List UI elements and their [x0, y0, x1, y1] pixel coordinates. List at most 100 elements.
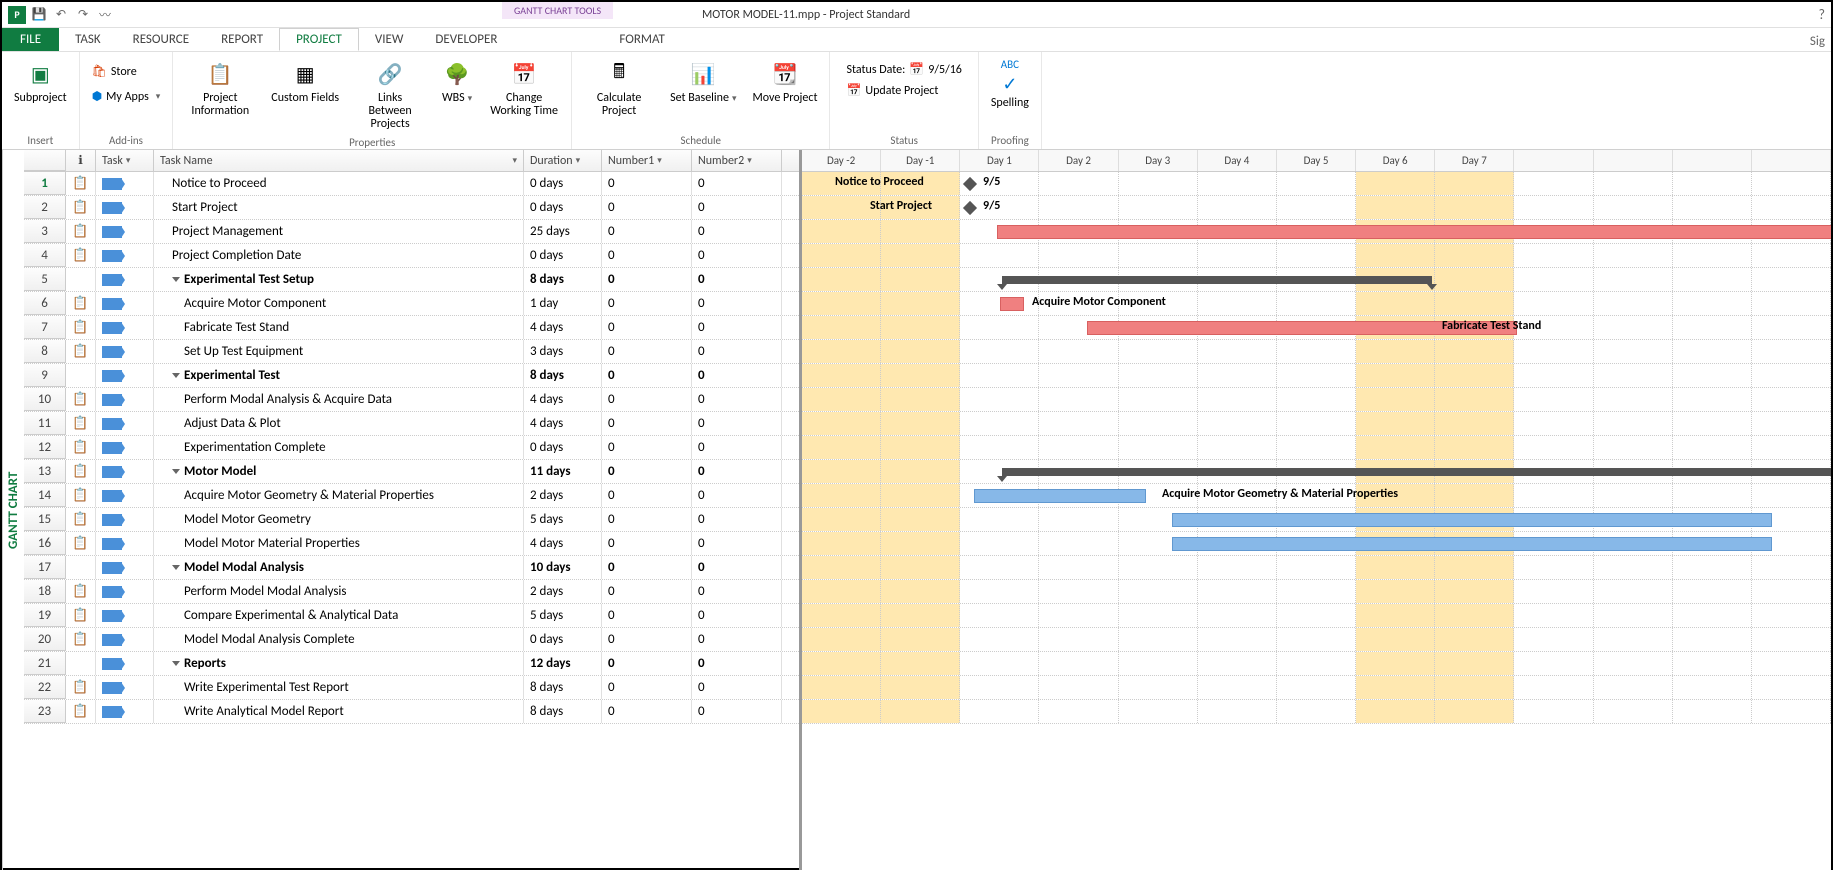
task-name-cell[interactable]: Perform Modal Analysis & Acquire Data: [154, 388, 524, 411]
number1-cell[interactable]: 0: [602, 292, 692, 315]
number2-cell[interactable]: 0: [692, 220, 782, 243]
duration-cell[interactable]: 5 days: [524, 604, 602, 627]
links-button[interactable]: 🔗Links Between Projects: [351, 56, 429, 134]
status-date[interactable]: Status Date: 📅 9/5/16: [842, 60, 965, 79]
indicators-header[interactable]: ℹ: [66, 150, 96, 171]
indicator-cell[interactable]: 📋: [66, 700, 96, 723]
number1-cell[interactable]: 0: [602, 508, 692, 531]
gantt-row[interactable]: [802, 412, 1831, 436]
task-name-cell[interactable]: Experimental Test Setup: [154, 268, 524, 291]
task-name-cell[interactable]: Model Motor Geometry: [154, 508, 524, 531]
number1-cell[interactable]: 0: [602, 364, 692, 387]
gantt-row[interactable]: [802, 508, 1831, 532]
duration-cell[interactable]: 8 days: [524, 268, 602, 291]
indicator-cell[interactable]: 📋: [66, 484, 96, 507]
table-row[interactable]: 11📋Adjust Data & Plot4 days00: [24, 412, 799, 436]
table-row[interactable]: 6📋Acquire Motor Component1 day00: [24, 292, 799, 316]
task-name-cell[interactable]: Fabricate Test Stand: [154, 316, 524, 339]
move-project-button[interactable]: 📆Move Project: [748, 56, 821, 132]
table-row[interactable]: 19📋Compare Experimental & Analytical Dat…: [24, 604, 799, 628]
task-name-cell[interactable]: Write Experimental Test Report: [154, 676, 524, 699]
gantt-row[interactable]: [802, 628, 1831, 652]
table-row[interactable]: 3📋Project Management25 days00: [24, 220, 799, 244]
mode-cell[interactable]: [96, 292, 154, 315]
number2-cell[interactable]: 0: [692, 508, 782, 531]
gantt-row[interactable]: [802, 652, 1831, 676]
row-number[interactable]: 6: [24, 292, 66, 315]
indicator-cell[interactable]: 📋: [66, 340, 96, 363]
row-number[interactable]: 13: [24, 460, 66, 483]
number1-cell[interactable]: 0: [602, 676, 692, 699]
gantt-row[interactable]: [802, 388, 1831, 412]
duration-cell[interactable]: 25 days: [524, 220, 602, 243]
row-number[interactable]: 15: [24, 508, 66, 531]
row-number[interactable]: 7: [24, 316, 66, 339]
tab-resource[interactable]: RESOURCE: [117, 28, 205, 51]
number1-cell[interactable]: 0: [602, 604, 692, 627]
tab-task[interactable]: TASK: [59, 28, 117, 51]
task-name-cell[interactable]: Perform Model Modal Analysis: [154, 580, 524, 603]
mode-cell[interactable]: [96, 364, 154, 387]
myapps-button[interactable]: ⬢My Apps▾: [88, 87, 165, 106]
indicator-cell[interactable]: 📋: [66, 676, 96, 699]
duration-cell[interactable]: 8 days: [524, 364, 602, 387]
number2-cell[interactable]: 0: [692, 532, 782, 555]
duration-cell[interactable]: 2 days: [524, 580, 602, 603]
row-number[interactable]: 1: [24, 172, 66, 195]
gantt-row[interactable]: [802, 220, 1831, 244]
duration-cell[interactable]: 0 days: [524, 244, 602, 267]
table-row[interactable]: 4📋Project Completion Date0 days00: [24, 244, 799, 268]
table-row[interactable]: 13📋Motor Model11 days00: [24, 460, 799, 484]
task-name-cell[interactable]: Project Completion Date: [154, 244, 524, 267]
number1-cell[interactable]: 0: [602, 220, 692, 243]
indicator-cell[interactable]: [66, 652, 96, 675]
indicator-cell[interactable]: 📋: [66, 604, 96, 627]
duration-cell[interactable]: 0 days: [524, 628, 602, 651]
task-name-cell[interactable]: Reports: [154, 652, 524, 675]
duration-cell[interactable]: 3 days: [524, 340, 602, 363]
number2-cell[interactable]: 0: [692, 580, 782, 603]
number2-cell[interactable]: 0: [692, 700, 782, 723]
row-number[interactable]: 11: [24, 412, 66, 435]
row-number[interactable]: 20: [24, 628, 66, 651]
duration-cell[interactable]: 4 days: [524, 316, 602, 339]
gantt-row[interactable]: [802, 436, 1831, 460]
redo-icon[interactable]: ↷: [74, 6, 92, 24]
number2-cell[interactable]: 0: [692, 196, 782, 219]
baseline-button[interactable]: 📊Set Baseline▾: [666, 56, 740, 132]
task-bar[interactable]: [997, 225, 1831, 239]
number1-header[interactable]: Number1▾: [602, 150, 692, 171]
task-name-cell[interactable]: Adjust Data & Plot: [154, 412, 524, 435]
table-row[interactable]: 8📋Set Up Test Equipment3 days00: [24, 340, 799, 364]
row-number[interactable]: 9: [24, 364, 66, 387]
mode-cell[interactable]: [96, 700, 154, 723]
number1-cell[interactable]: 0: [602, 436, 692, 459]
mode-cell[interactable]: [96, 460, 154, 483]
tab-developer[interactable]: DEVELOPER: [419, 28, 513, 51]
spelling-button[interactable]: ABC ✓ Spelling: [987, 56, 1033, 132]
number2-cell[interactable]: 0: [692, 676, 782, 699]
gantt-body[interactable]: Notice to Proceed9/5Start Project9/5Acqu…: [802, 172, 1831, 724]
mode-cell[interactable]: [96, 220, 154, 243]
duration-cell[interactable]: 0 days: [524, 196, 602, 219]
number2-cell[interactable]: 0: [692, 244, 782, 267]
row-number[interactable]: 22: [24, 676, 66, 699]
undo-icon[interactable]: ↶: [52, 6, 70, 24]
mode-cell[interactable]: [96, 244, 154, 267]
calculate-button[interactable]: 🖩Calculate Project: [580, 56, 658, 132]
row-number[interactable]: 4: [24, 244, 66, 267]
mode-cell[interactable]: [96, 604, 154, 627]
indicator-cell[interactable]: 📋: [66, 532, 96, 555]
mode-cell[interactable]: [96, 676, 154, 699]
task-name-cell[interactable]: Model Modal Analysis: [154, 556, 524, 579]
task-bar[interactable]: [1172, 513, 1772, 527]
wbs-button[interactable]: 🌳WBS▾: [437, 56, 477, 134]
number1-cell[interactable]: 0: [602, 700, 692, 723]
mode-cell[interactable]: [96, 556, 154, 579]
number1-cell[interactable]: 0: [602, 244, 692, 267]
table-row[interactable]: 17Model Modal Analysis10 days00: [24, 556, 799, 580]
gantt-row[interactable]: Acquire Motor Component: [802, 292, 1831, 316]
subproject-button[interactable]: ▣ Subproject: [10, 56, 71, 132]
indicator-cell[interactable]: 📋: [66, 172, 96, 195]
gantt-row[interactable]: Start Project9/5: [802, 196, 1831, 220]
